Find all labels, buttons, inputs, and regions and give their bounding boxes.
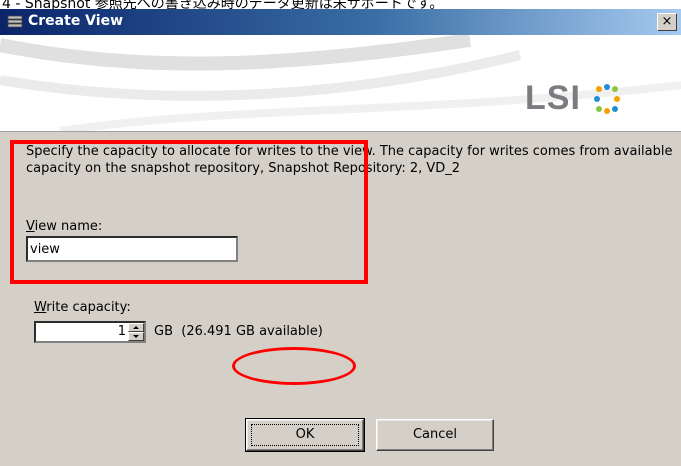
close-icon: ×: [661, 14, 673, 29]
write-capacity-value[interactable]: 1: [118, 324, 126, 339]
ok-button[interactable]: OK: [245, 418, 365, 452]
capacity-unit: GB: [154, 324, 173, 339]
title-bar[interactable]: Create View ×: [0, 9, 681, 35]
available-capacity: (26.491 GB available): [181, 324, 323, 339]
capacity-unit-info: GB (26.491 GB available): [154, 324, 323, 339]
write-capacity-mnemonic: W: [34, 300, 47, 315]
logo-text: LSI: [525, 79, 581, 117]
view-name-mnemonic: V: [26, 219, 35, 234]
header-banner: LSI: [0, 35, 681, 132]
close-button[interactable]: ×: [657, 13, 677, 31]
view-name-label: View name:: [26, 219, 102, 234]
write-capacity-label-rest: rite capacity:: [46, 300, 131, 315]
spin-down-icon[interactable]: [128, 332, 144, 341]
view-name-input[interactable]: [26, 236, 238, 262]
spinner-buttons: [128, 323, 144, 341]
description-text: Specify the capacity to allocate for wri…: [26, 144, 673, 176]
lsi-logo: LSI: [525, 79, 660, 121]
focus-rect: [251, 424, 359, 446]
view-name-label-rest: iew name:: [34, 219, 103, 234]
lsi-logo-icon: [594, 84, 620, 114]
write-capacity-spinner[interactable]: 1: [34, 321, 146, 343]
window-icon: [7, 15, 23, 28]
window-title: Create View: [28, 13, 123, 29]
cancel-button[interactable]: Cancel: [376, 419, 494, 451]
write-capacity-label: Write capacity:: [34, 300, 131, 315]
cancel-label: Cancel: [412, 427, 458, 442]
spin-up-icon[interactable]: [128, 323, 144, 332]
